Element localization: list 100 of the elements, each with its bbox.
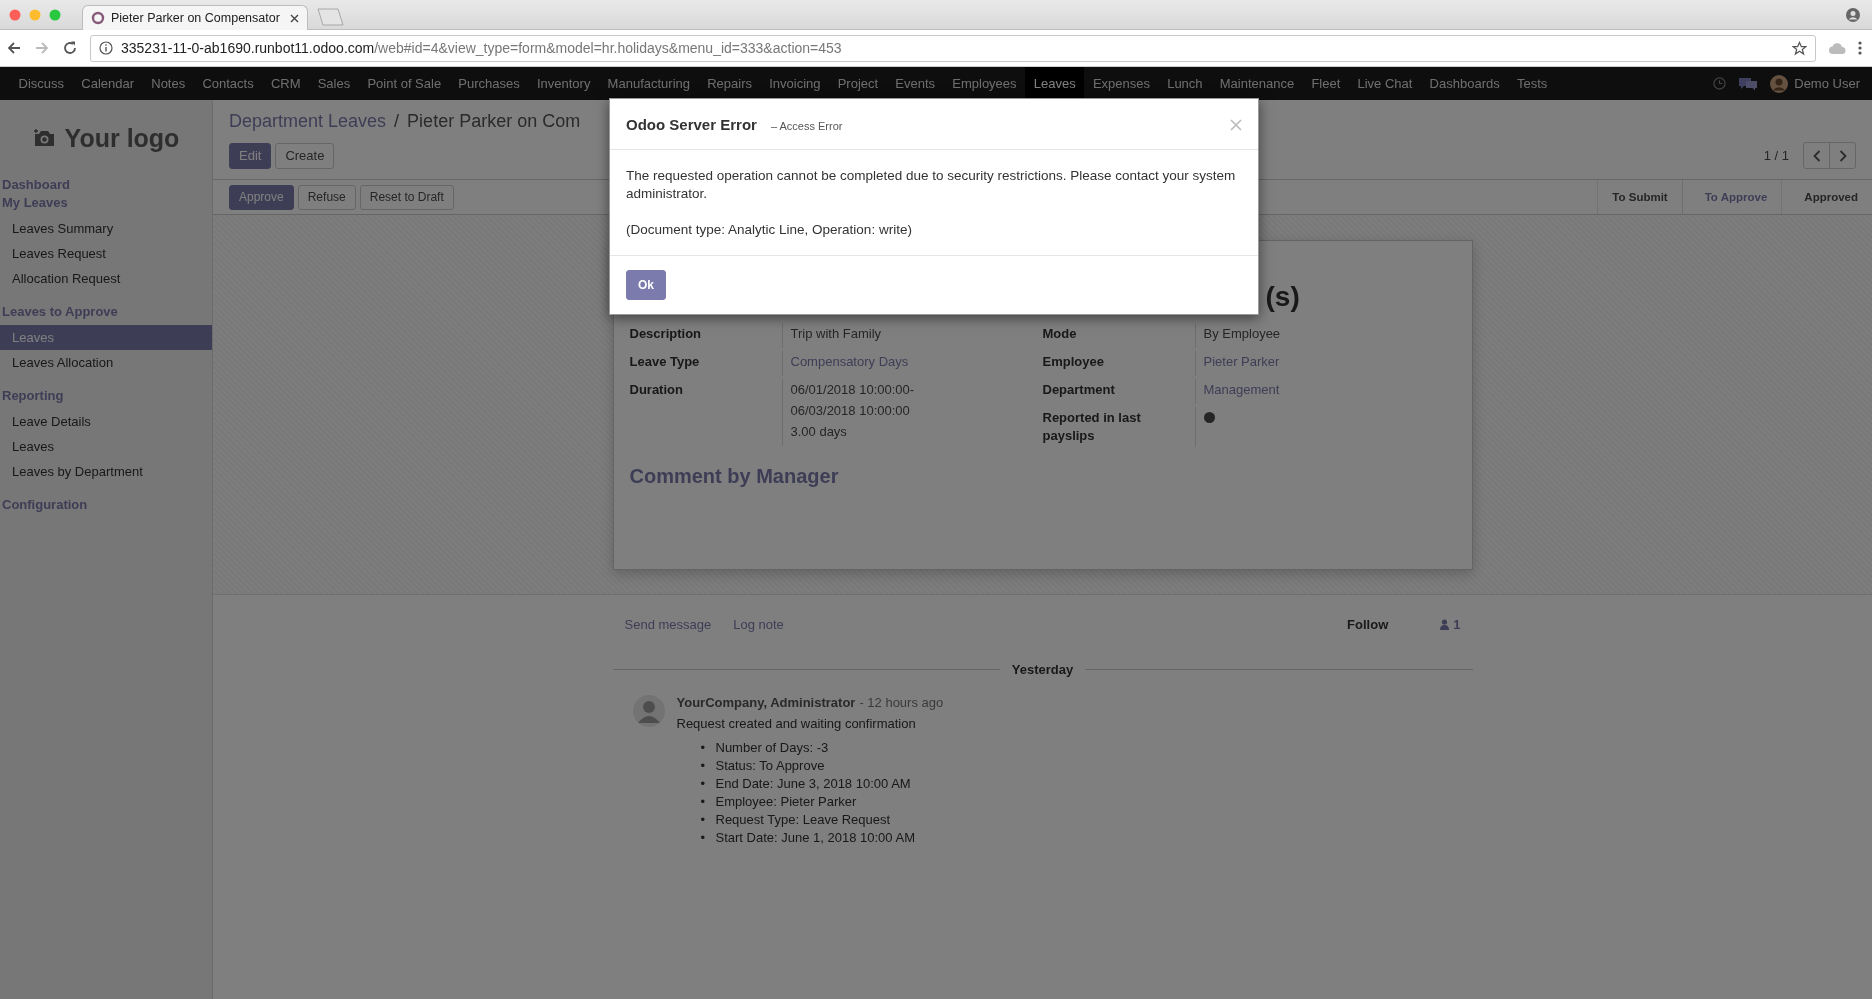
forward-icon[interactable] <box>34 40 50 56</box>
sidebar-item[interactable]: Leaves <box>0 434 212 459</box>
field-value: By Employee <box>1203 325 1282 343</box>
menu-item[interactable]: Discuss <box>10 67 73 100</box>
list-bullet: • <box>700 829 707 847</box>
info-icon <box>99 41 113 55</box>
menu-item[interactable]: Dashboards <box>1421 67 1509 100</box>
date-divider: Yesterday <box>1011 662 1074 677</box>
error-message: The requested operation cannot be completed due to security restrictions. Please contact your system administrator. <box>626 167 1237 203</box>
logo-text: Your logo <box>64 123 180 153</box>
menu-item[interactable]: Leaves <box>1025 67 1085 100</box>
address-field[interactable]: 335231-11-0-ab1690.runbot11.odoo.com/web#id=4&view_type=form&model=hr.holidays&menu_id=333&action=453 <box>90 34 1816 62</box>
change-item: Number of Days: -3 <box>715 739 829 757</box>
error-details: (Document type: Analytic Line, Operation: write) <box>626 221 913 239</box>
sidebar-heading[interactable]: Reporting <box>0 387 212 405</box>
field-label: Department <box>1042 381 1116 399</box>
field-link[interactable]: Management <box>1203 378 1456 402</box>
section-heading: Comment by Manager <box>629 465 840 488</box>
record-title: (s) <box>1265 280 1301 314</box>
new-tab-button[interactable] <box>314 8 346 26</box>
breadcrumb-link[interactable]: Department Leaves <box>229 110 387 132</box>
profile-icon[interactable] <box>1846 7 1860 22</box>
back-icon[interactable] <box>6 40 22 56</box>
ok-button[interactable]: Ok <box>626 270 666 300</box>
menu-item[interactable]: Live Chat <box>1348 67 1421 100</box>
sidebar-heading[interactable]: Configuration <box>0 496 212 514</box>
sidebar-item[interactable]: Leaves <box>0 325 212 350</box>
clock-icon[interactable] <box>1713 77 1727 90</box>
sidebar-item[interactable]: Allocation Request <box>0 266 212 291</box>
browser-tab[interactable]: Pieter Parker on Compensator <box>82 5 308 30</box>
field-label: Duration <box>629 381 684 399</box>
minimize-window-button[interactable] <box>29 8 41 21</box>
chevron-right-icon <box>1838 149 1847 162</box>
dialog-title: Odoo Server Error <box>626 116 757 133</box>
action-button[interactable]: Reset to Draft <box>359 184 454 210</box>
sidebar-heading[interactable]: Leaves to Approve <box>0 303 212 321</box>
chat-icon[interactable] <box>1738 76 1759 91</box>
field-link[interactable]: Compensatory Days <box>790 350 1043 374</box>
list-bullet: • <box>700 739 707 757</box>
create-button[interactable]: Create <box>275 142 335 169</box>
menu-item[interactable]: Contacts <box>193 67 263 100</box>
avatar-icon <box>1770 74 1789 93</box>
chevron-left-icon <box>1812 149 1821 162</box>
close-icon[interactable] <box>290 13 299 23</box>
action-button[interactable]: Approve <box>229 184 294 210</box>
field-label: Leave Type <box>629 353 701 371</box>
field-label: Mode <box>1042 325 1078 343</box>
close-window-button[interactable] <box>9 8 21 21</box>
camera-icon <box>32 128 57 148</box>
cloud-icon[interactable] <box>1828 41 1846 55</box>
breadcrumb-separator: / <box>394 110 400 132</box>
field-link[interactable]: Pieter Parker <box>1203 350 1456 374</box>
menu-icon[interactable] <box>1858 41 1862 55</box>
change-item: Start Date: June 1, 2018 10:00 AM <box>715 829 915 847</box>
avatar-icon <box>632 695 665 727</box>
list-bullet: • <box>700 757 707 775</box>
star-icon[interactable] <box>1792 40 1807 56</box>
pager-text: 1 / 1 <box>1763 148 1789 163</box>
list-bullet: • <box>700 793 707 811</box>
sidebar-item[interactable]: Leaves by Department <box>0 459 212 484</box>
sidebar-item[interactable]: Leaves Request <box>0 241 212 266</box>
user-name[interactable]: Demo User <box>1794 76 1860 91</box>
field-value: Trip with Family <box>790 325 883 343</box>
dialog-subtitle: – Access Error <box>770 120 843 132</box>
previous-button[interactable] <box>1803 142 1830 169</box>
menu-item[interactable]: Tests <box>1508 67 1556 100</box>
menu-item[interactable]: Purchases <box>449 67 529 100</box>
field-label: Reported in last payslips <box>1042 409 1142 445</box>
menu-item[interactable]: CRM <box>262 67 310 100</box>
menu-item[interactable]: Fleet <box>1302 67 1349 100</box>
menu-item[interactable]: Inventory <box>528 67 599 100</box>
sidebar-heading[interactable]: Dashboard <box>0 176 212 194</box>
menu-item[interactable]: Point of Sale <box>358 67 450 100</box>
list-bullet: • <box>700 775 707 793</box>
follow-button[interactable]: Follow <box>1347 617 1389 632</box>
field-value: 3.00 days <box>790 423 848 441</box>
menu-item[interactable]: Notes <box>142 67 194 100</box>
message-time: - 12 hours ago <box>859 695 944 710</box>
change-item: Status: To Approve <box>715 757 825 775</box>
field-value: 06/03/2018 10:00:00 <box>790 402 911 420</box>
followers-button[interactable]: 1 <box>1440 617 1461 632</box>
zoom-window-button[interactable] <box>49 8 61 21</box>
change-item: Request Type: Leave Request <box>715 811 891 829</box>
ring-icon <box>91 11 105 25</box>
change-item: Employee: Pieter Parker <box>715 793 857 811</box>
sidebar-heading[interactable]: My Leaves <box>0 194 212 212</box>
next-button[interactable] <box>1829 142 1856 169</box>
sidebar-item[interactable]: Leaves Summary <box>0 216 212 241</box>
menu-item[interactable]: Sales <box>309 67 359 100</box>
field-label: Employee <box>1042 353 1105 371</box>
send-message-link[interactable]: Send message <box>624 617 712 632</box>
field-value: 06/01/2018 10:00:00- <box>790 381 916 399</box>
action-button[interactable]: Refuse <box>297 184 356 210</box>
author-name[interactable]: YourCompany, Administrator <box>676 695 856 710</box>
reload-icon[interactable] <box>62 40 78 56</box>
log-note-link[interactable]: Log note <box>733 617 784 632</box>
edit-button[interactable]: Edit <box>229 142 272 169</box>
sidebar-item[interactable]: Leaves Allocation <box>0 350 212 375</box>
sidebar-item[interactable]: Leave Details <box>0 409 212 434</box>
menu-item[interactable]: Calendar <box>72 67 143 100</box>
